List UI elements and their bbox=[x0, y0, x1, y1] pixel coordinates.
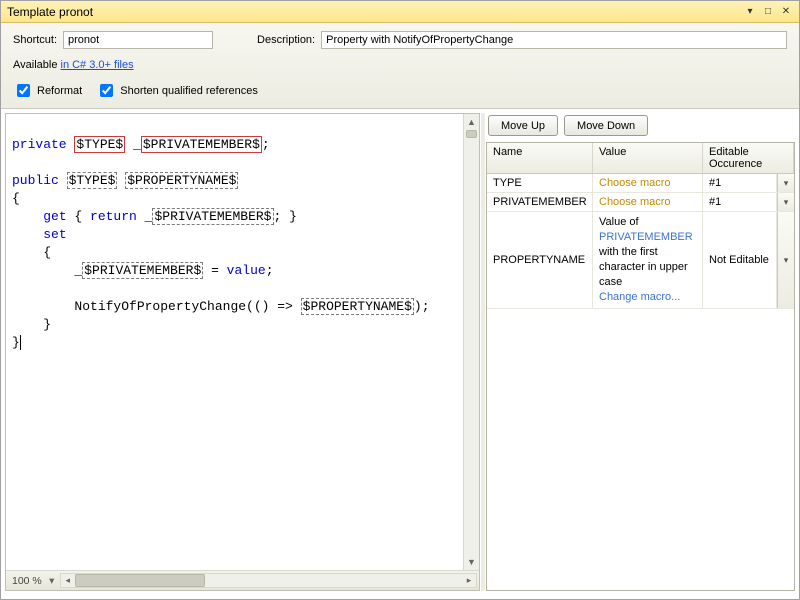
available-prefix: Available bbox=[13, 59, 61, 71]
shortcut-label: Shortcut: bbox=[13, 34, 57, 46]
scroll-right-icon[interactable]: ▸ bbox=[462, 575, 476, 586]
scroll-thumb[interactable] bbox=[466, 130, 477, 138]
token-privatemember[interactable]: $PRIVATEMEMBER$ bbox=[82, 262, 203, 279]
grid-row[interactable]: TYPE Choose macro #1 ▾ bbox=[487, 174, 794, 193]
cell-name: PROPERTYNAME bbox=[487, 212, 593, 308]
shorten-checkbox[interactable] bbox=[100, 84, 113, 97]
variables-panel: Move Up Move Down Name Value Editable Oc… bbox=[486, 113, 795, 591]
token-type[interactable]: $TYPE$ bbox=[74, 136, 125, 153]
cell-value-macro[interactable]: Choose macro bbox=[593, 193, 703, 211]
window-title: Template pronot bbox=[7, 5, 741, 19]
token-privatemember[interactable]: $PRIVATEMEMBER$ bbox=[141, 136, 262, 153]
grid-row[interactable]: PRIVATEMEMBER Choose macro #1 ▾ bbox=[487, 193, 794, 212]
cell-occurence: #1 bbox=[703, 193, 777, 211]
header-value[interactable]: Value bbox=[593, 143, 703, 173]
token-propertyname[interactable]: $PROPERTYNAME$ bbox=[301, 298, 414, 315]
description-label: Description: bbox=[257, 34, 315, 46]
shorten-checkbox-label[interactable]: Shorten qualified references bbox=[96, 81, 258, 100]
value-link: PRIVATEMEMBER bbox=[599, 231, 693, 243]
token-type[interactable]: $TYPE$ bbox=[67, 172, 118, 189]
row-dropdown-icon[interactable]: ▾ bbox=[777, 212, 794, 308]
vertical-scrollbar[interactable]: ▲ ▼ bbox=[463, 114, 479, 570]
text-caret bbox=[20, 335, 21, 350]
dropdown-icon[interactable]: ▾ bbox=[741, 4, 759, 20]
close-icon[interactable]: ✕ bbox=[777, 4, 795, 20]
horizontal-scrollbar[interactable]: ◂ ▸ bbox=[60, 573, 477, 588]
cell-occurence: Not Editable bbox=[703, 212, 777, 308]
variables-grid: Name Value Editable Occurence TYPE Choos… bbox=[486, 142, 795, 591]
cell-value-macro[interactable]: Choose macro bbox=[593, 174, 703, 192]
grid-header: Name Value Editable Occurence bbox=[487, 143, 794, 174]
zoom-dropdown-icon[interactable]: ▾ bbox=[46, 575, 58, 587]
scroll-down-icon[interactable]: ▼ bbox=[464, 554, 479, 570]
shortcut-input[interactable] bbox=[63, 31, 213, 49]
maximize-icon[interactable]: □ bbox=[759, 4, 777, 20]
scroll-up-icon[interactable]: ▲ bbox=[464, 114, 479, 130]
availability-link[interactable]: in C# 3.0+ files bbox=[61, 59, 134, 71]
change-macro-link[interactable]: Change macro... bbox=[599, 290, 680, 305]
row-dropdown-icon[interactable]: ▾ bbox=[777, 174, 794, 192]
body: private $TYPE$ _$PRIVATEMEMBER$; public … bbox=[1, 109, 799, 595]
header-occurence[interactable]: Editable Occurence bbox=[703, 143, 794, 173]
grid-row[interactable]: PROPERTYNAME Value of PRIVATEMEMBER with… bbox=[487, 212, 794, 309]
availability-row: Available in C# 3.0+ files bbox=[13, 59, 787, 71]
token-propertyname[interactable]: $PROPERTYNAME$ bbox=[125, 172, 238, 189]
token-privatemember[interactable]: $PRIVATEMEMBER$ bbox=[152, 208, 273, 225]
cell-occurence: #1 bbox=[703, 174, 777, 192]
hscroll-thumb[interactable] bbox=[75, 574, 205, 587]
move-down-button[interactable]: Move Down bbox=[564, 115, 648, 136]
move-up-button[interactable]: Move Up bbox=[488, 115, 558, 136]
title-bar: Template pronot ▾ □ ✕ bbox=[1, 1, 799, 23]
reformat-checkbox[interactable] bbox=[17, 84, 30, 97]
cell-value-complex[interactable]: Value of PRIVATEMEMBER with the first ch… bbox=[593, 212, 703, 308]
code-panel: private $TYPE$ _$PRIVATEMEMBER$; public … bbox=[5, 113, 480, 591]
header-panel: Shortcut: Description: Available in C# 3… bbox=[1, 23, 799, 109]
reformat-checkbox-label[interactable]: Reformat bbox=[13, 81, 82, 100]
cell-name: PRIVATEMEMBER bbox=[487, 193, 593, 211]
grid-empty bbox=[487, 309, 794, 590]
template-editor[interactable]: private $TYPE$ _$PRIVATEMEMBER$; public … bbox=[6, 114, 479, 570]
header-name[interactable]: Name bbox=[487, 143, 593, 173]
splitter[interactable] bbox=[481, 113, 485, 591]
scroll-left-icon[interactable]: ◂ bbox=[61, 575, 75, 586]
zoom-value: 100 % bbox=[6, 575, 46, 587]
cell-name: TYPE bbox=[487, 174, 593, 192]
zoom-bar: 100 % ▾ ◂ ▸ bbox=[6, 570, 479, 590]
row-dropdown-icon[interactable]: ▾ bbox=[777, 193, 794, 211]
description-input[interactable] bbox=[321, 31, 787, 49]
